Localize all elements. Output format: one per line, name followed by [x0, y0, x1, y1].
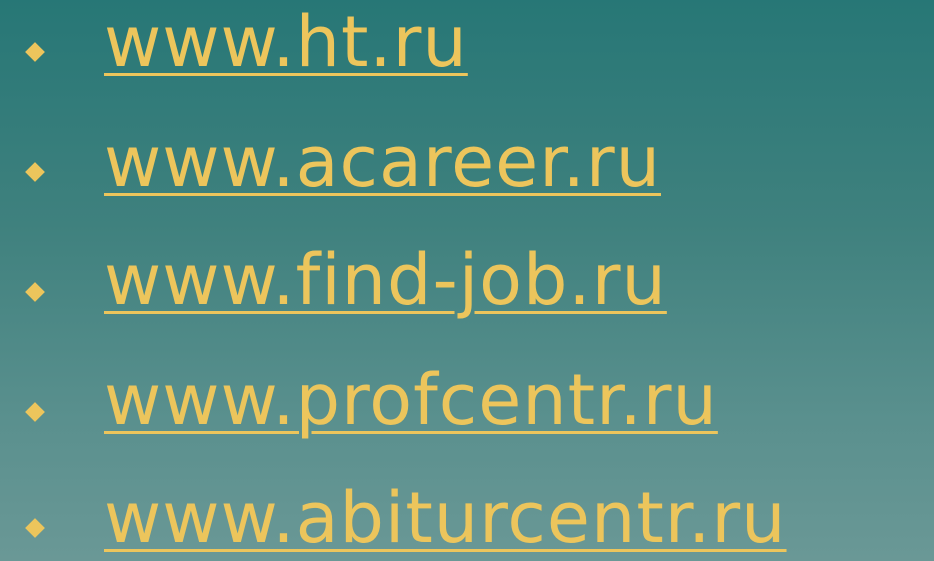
list-item: www.abiturcentr.ru	[0, 0, 934, 553]
link-profcentr[interactable]: www.profcentr.ru	[104, 365, 718, 435]
link-acareer[interactable]: www.acareer.ru	[104, 127, 661, 197]
diamond-bullet-icon	[25, 162, 45, 182]
link-abiturcentr[interactable]: www.abiturcentr.ru	[104, 483, 787, 553]
diamond-bullet-icon	[25, 282, 45, 302]
slide: www.ht.ru www.acareer.ru www.find-job.ru…	[0, 0, 934, 561]
diamond-bullet-icon	[25, 402, 45, 422]
diamond-bullet-icon	[25, 518, 45, 538]
link-find-job[interactable]: www.find-job.ru	[104, 245, 667, 315]
